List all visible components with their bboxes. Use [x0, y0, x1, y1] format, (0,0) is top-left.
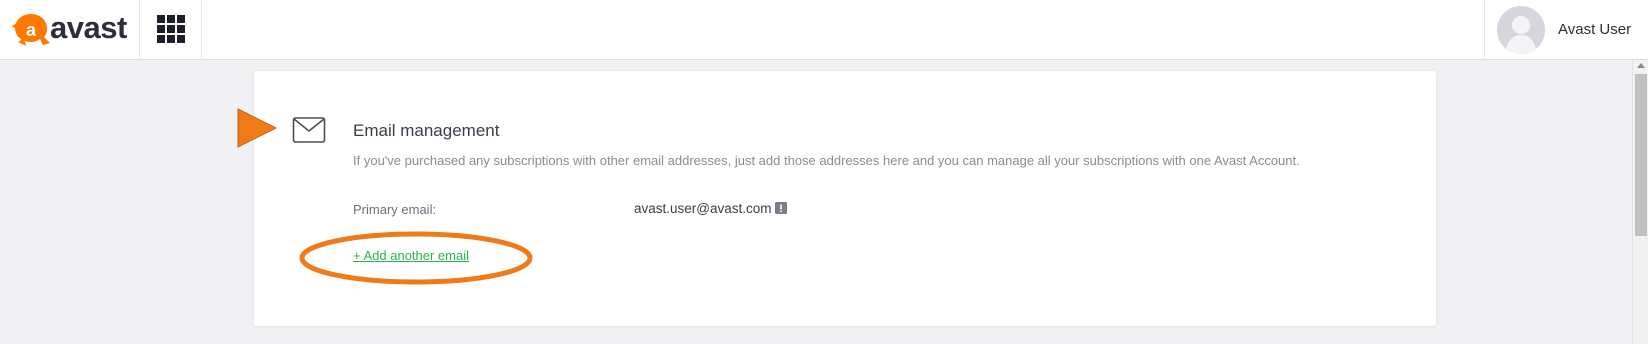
apps-grid-icon: [157, 15, 185, 43]
scroll-up-icon[interactable]: [1637, 63, 1645, 68]
email-management-card: Email management If you've purchased any…: [254, 71, 1436, 326]
logo-mark-letter: a: [26, 20, 37, 40]
brand-name: avast: [50, 10, 127, 45]
pointer-arrow-icon: [237, 108, 278, 148]
user-name: Avast User: [1558, 21, 1632, 38]
envelope-icon: [292, 117, 326, 143]
section-description: If you've purchased any subscriptions wi…: [353, 153, 1300, 168]
scrollbar-thumb[interactable]: [1635, 74, 1647, 236]
top-header: a avast Avast User: [0, 0, 1648, 60]
flag-icon[interactable]: [775, 202, 787, 214]
avast-logo-icon: a: [12, 14, 50, 46]
primary-email-label: Primary email:: [353, 202, 437, 217]
highlight-ellipse-icon: [299, 231, 533, 285]
brand-logo[interactable]: a avast: [0, 0, 140, 60]
primary-email-value: avast.user@avast.com: [634, 201, 772, 216]
section-title: Email management: [353, 121, 500, 140]
apps-menu-button[interactable]: [140, 0, 202, 60]
user-avatar-icon: [1497, 6, 1545, 54]
user-menu[interactable]: Avast User: [1484, 0, 1648, 60]
page-scrollbar[interactable]: [1632, 60, 1648, 344]
